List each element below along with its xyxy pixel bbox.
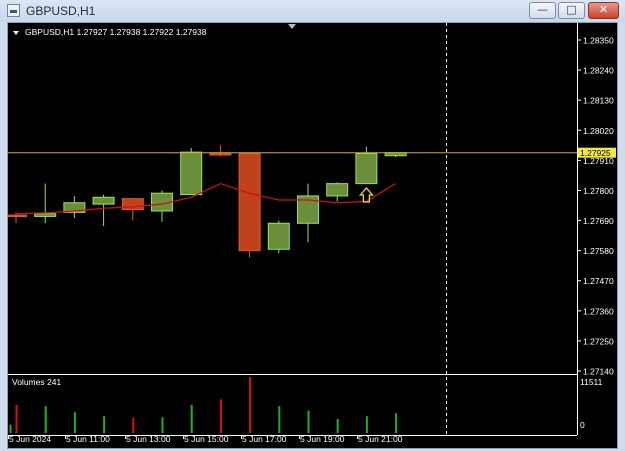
chart-header: GBPUSD,H1 1.27927 1.27938 1.27922 1.2793…	[25, 27, 207, 37]
buy-signal-arrow-icon	[358, 187, 374, 203]
chart-window[interactable]: 1.28350 1.28240 1.28130 1.28020 1.27910 1.278…	[7, 22, 618, 449]
candle-body	[267, 222, 290, 250]
shift-handle-icon[interactable]	[288, 24, 296, 29]
chart-window-icon	[7, 4, 20, 17]
candle-body	[8, 214, 27, 218]
maximize-icon: □	[566, 3, 577, 16]
price-chart[interactable]: 1.283501.282401.281301.280201.279101.278…	[8, 23, 619, 450]
close-icon: ✕	[598, 3, 609, 16]
candle-body	[209, 153, 232, 156]
header-dropdown-icon[interactable]	[13, 31, 19, 35]
candle-body	[326, 183, 349, 197]
volumes-label: Volumes 241	[12, 377, 61, 387]
y-tick-label: 1.27470	[583, 276, 614, 286]
candle-body	[238, 153, 261, 252]
y-tick-label: 1.27360	[583, 306, 614, 316]
candle-body	[34, 213, 57, 217]
y-tick-label: 1.27250	[583, 336, 614, 346]
x-tick-label: 5 Jun 2024	[9, 434, 51, 444]
minimize-button[interactable]: —	[529, 2, 556, 19]
candle-body	[180, 151, 203, 196]
title-bar: GBPUSD,H1 — □ ✕	[0, 0, 625, 22]
close-button[interactable]: ✕	[588, 2, 619, 19]
y-tick-label: 1.27800	[583, 186, 614, 196]
candle-body	[121, 198, 144, 211]
maximize-button[interactable]: □	[558, 2, 585, 19]
y-tick-label: 1.28350	[583, 36, 614, 46]
minimize-icon: —	[537, 3, 548, 16]
y-tick-label: 1.28130	[583, 96, 614, 106]
window-title: GBPUSD,H1	[26, 4, 96, 18]
candle-body	[355, 153, 378, 185]
y-tick-label: 1.27140	[583, 367, 614, 377]
current-price-label: 1.27925	[580, 148, 611, 158]
volume-axis-min: 0	[580, 420, 585, 430]
x-tick-label: 5 Jun 15:00	[184, 434, 229, 444]
y-tick-label: 1.27580	[583, 246, 614, 256]
x-tick-label: 5 Jun 11:00	[66, 434, 110, 444]
y-tick-label: 1.28020	[583, 126, 614, 136]
y-tick-label: 1.27690	[583, 216, 614, 226]
x-tick-label: 5 Jun 21:00	[358, 434, 403, 444]
candle-body	[92, 196, 115, 205]
volume-axis-max: 11511	[580, 377, 603, 387]
x-tick-label: 5 Jun 17:00	[242, 434, 287, 444]
y-tick-label: 1.28240	[583, 66, 614, 76]
x-tick-label: 5 Jun 13:00	[126, 434, 171, 444]
x-tick-label: 5 Jun 19:00	[300, 434, 345, 444]
